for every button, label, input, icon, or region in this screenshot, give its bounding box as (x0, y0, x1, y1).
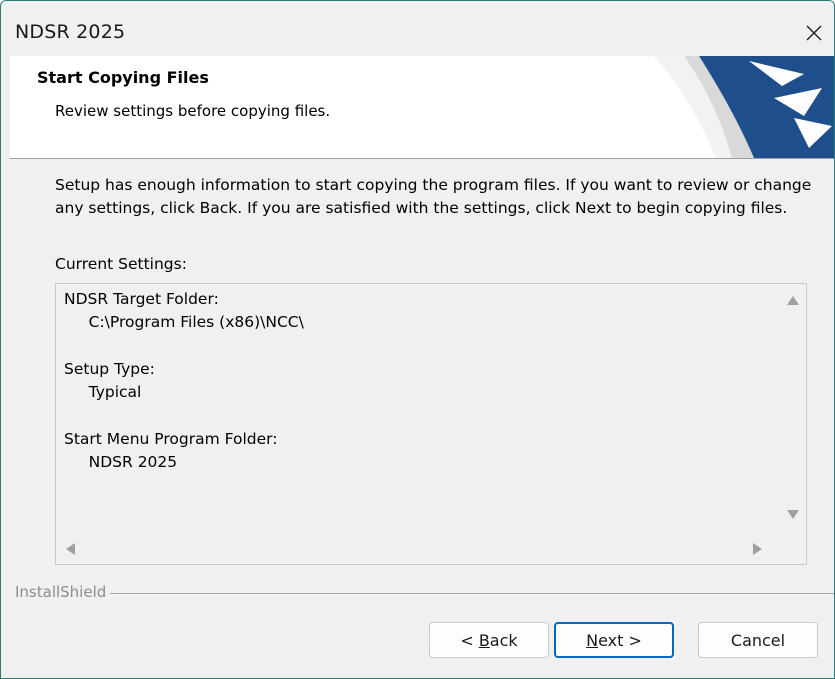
back-button-prefix: < (460, 630, 479, 650)
title-bar: NDSR 2025 (1, 1, 834, 53)
installshield-graphic (654, 56, 834, 158)
dialog-content: Setup has enough information to start co… (10, 159, 834, 579)
banner-title: Start Copying Files (37, 68, 209, 87)
close-icon (806, 25, 822, 41)
scroll-right-arrow-icon[interactable] (753, 543, 762, 555)
close-button[interactable] (794, 13, 834, 53)
current-settings-label: Current Settings: (55, 255, 187, 273)
window-title: NDSR 2025 (15, 21, 126, 43)
cancel-button-label: Cancel (730, 630, 786, 650)
header-banner: Start Copying Files Review settings befo… (10, 56, 834, 159)
back-button[interactable]: < Back (429, 622, 549, 658)
scroll-up-arrow-icon[interactable] (787, 296, 799, 305)
scroll-down-arrow-icon[interactable] (787, 510, 799, 519)
back-button-rest: ack (489, 630, 518, 650)
installshield-label: InstallShield (15, 583, 111, 601)
next-button-mnemonic: N (586, 630, 599, 650)
cancel-button[interactable]: Cancel (698, 622, 818, 658)
horizontal-scrollbar[interactable] (56, 534, 806, 564)
next-button[interactable]: Next > (554, 622, 674, 658)
settings-text: NDSR Target Folder: C:\Program Files (x8… (64, 290, 304, 472)
installer-dialog: NDSR 2025 Start Copying Files Review set… (0, 0, 835, 679)
next-button-rest: ext > (598, 630, 642, 650)
vertical-scrollbar[interactable] (780, 284, 806, 532)
description-text: Setup has enough information to start co… (55, 176, 812, 217)
scroll-left-arrow-icon[interactable] (66, 543, 75, 555)
back-button-mnemonic: B (478, 630, 490, 650)
settings-textbox[interactable]: NDSR Target Folder: C:\Program Files (x8… (55, 283, 807, 565)
footer-divider (15, 593, 834, 594)
banner-subtitle: Review settings before copying files. (55, 102, 331, 120)
